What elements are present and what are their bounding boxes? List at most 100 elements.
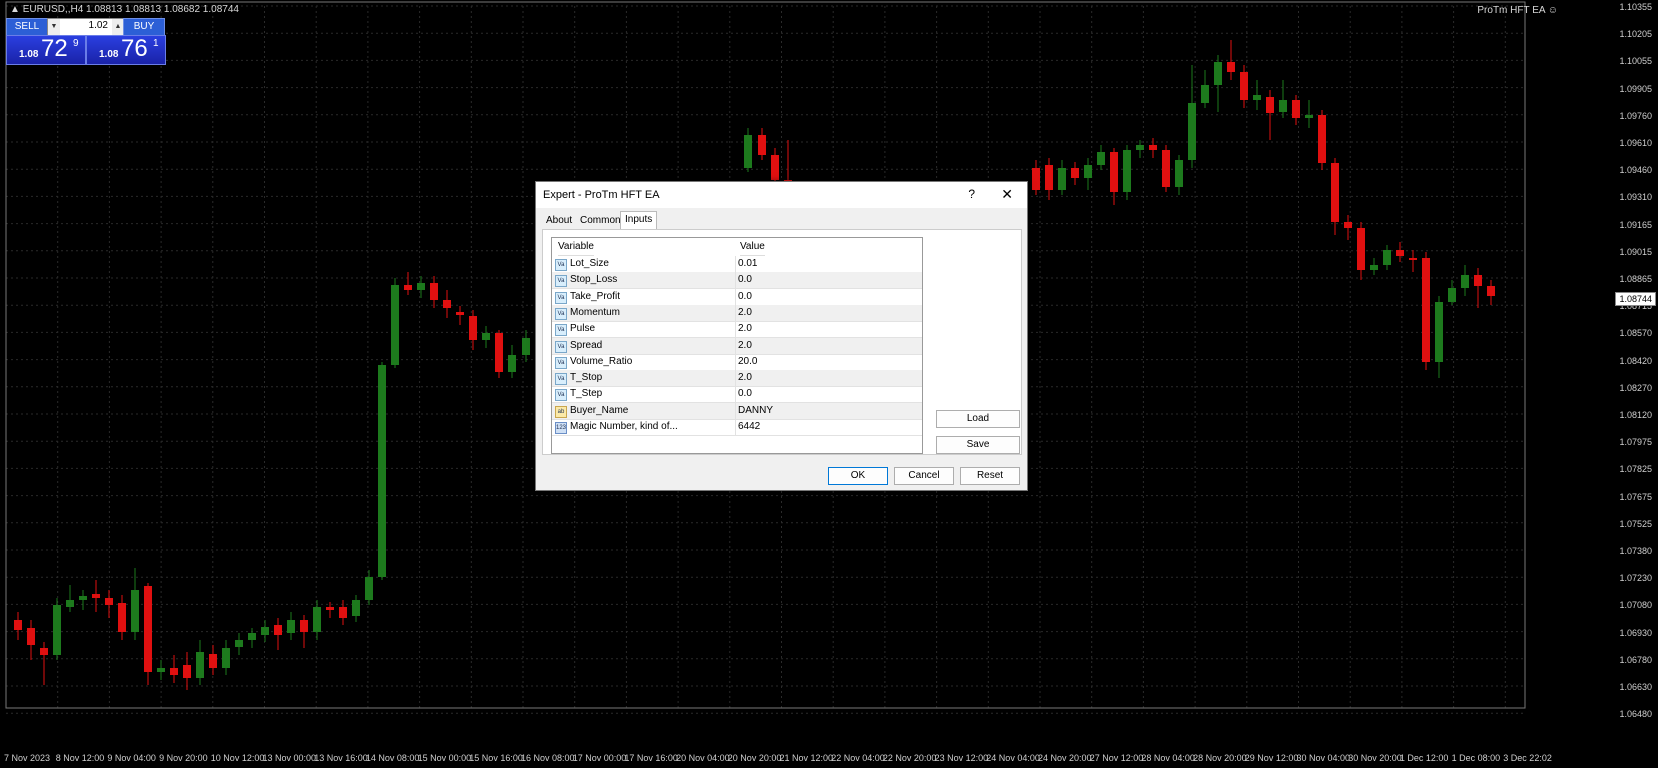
parameter-name: Spread [570, 339, 603, 351]
lot-size-value[interactable]: 1.02 [89, 20, 108, 31]
parameter-name: Pulse [570, 323, 596, 335]
bear-candle [1344, 222, 1352, 228]
price-tick-label: 1.06780 [1619, 654, 1652, 665]
buy-button[interactable]: BUY [123, 18, 165, 36]
price-tick-label: 1.09015 [1619, 246, 1652, 257]
parameter-row[interactable]: Va Lot_Size 0.01 [552, 256, 922, 273]
close-icon[interactable]: ✕ [1001, 186, 1013, 203]
parameter-row[interactable]: ab Buyer_Name DANNY [552, 402, 922, 420]
cancel-button[interactable]: Cancel [894, 467, 954, 485]
price-tick-label: 1.09310 [1619, 192, 1652, 203]
symbol-info: ▲ EURUSD,,H4 1.08813 1.08813 1.08682 1.0… [10, 4, 239, 15]
bear-candle [1474, 275, 1482, 286]
bear-candle [1032, 168, 1040, 190]
bull-candle [365, 577, 373, 600]
bull-candle [508, 355, 516, 372]
parameter-value[interactable]: 0.0 [738, 291, 752, 302]
parameter-name: Take_Profit [570, 290, 621, 302]
bear-candle [170, 668, 178, 675]
load-button[interactable]: Load [936, 410, 1020, 428]
bull-candle [261, 627, 269, 635]
bull-candle [79, 596, 87, 600]
parameter-row[interactable]: Va Spread 2.0 [552, 337, 922, 355]
double-type-icon: Va [555, 275, 567, 288]
column-divider [735, 337, 736, 354]
price-tick-label: 1.06480 [1619, 709, 1652, 720]
sell-price-pips: 72 [41, 35, 68, 62]
time-tick-label: 22 Nov 04:00 [831, 753, 885, 763]
price-tick-label: 1.07525 [1619, 518, 1652, 529]
parameter-row[interactable]: Va Pulse 2.0 [552, 321, 922, 339]
bull-candle [235, 640, 243, 647]
bull-candle [1201, 85, 1209, 103]
smiley-icon: ☺ [1547, 5, 1558, 16]
bear-candle [456, 312, 464, 315]
sell-price-fraction: 9 [73, 38, 79, 49]
parameter-value[interactable]: 0.0 [738, 388, 752, 399]
tab-inputs[interactable]: Inputs [620, 211, 658, 230]
buy-price-box[interactable]: 1.08 76 1 [86, 35, 166, 65]
parameter-value[interactable]: 0.01 [738, 258, 757, 269]
parameter-name: Lot_Size [570, 258, 609, 269]
bear-candle [40, 648, 48, 655]
time-tick-label: 15 Nov 16:00 [469, 753, 523, 763]
tab-about[interactable]: About [542, 213, 576, 229]
parameter-value[interactable]: DANNY [738, 405, 773, 416]
string-type-icon: ab [555, 405, 567, 418]
parameter-row[interactable]: Va T_Step 0.0 [552, 386, 922, 404]
help-icon[interactable]: ? [968, 187, 975, 201]
bear-candle [495, 333, 503, 372]
time-tick-label: 22 Nov 20:00 [882, 753, 937, 763]
collapse-triangle-icon[interactable]: ▲ [10, 4, 23, 15]
column-divider [735, 272, 736, 289]
bear-candle [105, 598, 113, 605]
column-divider [735, 386, 736, 403]
ok-button[interactable]: OK [828, 467, 888, 485]
sell-button[interactable]: SELL [6, 18, 48, 36]
lot-decrease-icon[interactable]: ▼ [48, 19, 60, 35]
sell-price-box[interactable]: 1.08 72 9 [6, 35, 86, 65]
double-type-icon: Va [555, 324, 567, 337]
parameter-value[interactable]: 2.0 [738, 340, 752, 351]
price-tick-label: 1.09460 [1619, 165, 1652, 176]
bear-candle [1357, 228, 1365, 270]
parameter-row[interactable]: 123 Magic Number, kind of... 6442 [552, 419, 922, 436]
price-tick-label: 1.09165 [1619, 219, 1652, 230]
dialog-title: Expert - ProTm HFT EA [543, 189, 660, 201]
time-tick-label: 1 Dec 08:00 [1451, 753, 1501, 763]
parameter-value[interactable]: 2.0 [738, 372, 752, 383]
parameter-row[interactable]: Va Stop_Loss 0.0 [552, 272, 922, 290]
parameter-value[interactable]: 2.0 [738, 307, 752, 318]
column-header-variable[interactable]: Variable [558, 238, 594, 256]
lot-size-stepper[interactable]: ▼ 1.02 ▲ [47, 18, 125, 36]
parameter-row[interactable]: Va Momentum 2.0 [552, 304, 922, 322]
save-button[interactable]: Save [936, 436, 1020, 454]
price-tick-label: 1.06930 [1619, 627, 1652, 638]
column-divider [735, 256, 736, 272]
dialog-titlebar[interactable]: Expert - ProTm HFT EA ? ✕ [536, 182, 1027, 208]
parameter-row[interactable]: Va Take_Profit 0.0 [552, 288, 922, 306]
bear-candle [339, 607, 347, 618]
time-tick-label: 15 Nov 00:00 [417, 753, 472, 763]
parameter-value[interactable]: 6442 [738, 421, 760, 432]
parameter-value[interactable]: 0.0 [738, 274, 752, 285]
ea-name: ProTm HFT EA [1477, 5, 1545, 16]
time-tick-label: 13 Nov 16:00 [314, 753, 368, 763]
tab-common[interactable]: Common [576, 213, 625, 229]
bear-candle [430, 283, 438, 300]
parameter-value[interactable]: 2.0 [738, 323, 752, 334]
parameter-name: Magic Number, kind of... [570, 421, 678, 432]
bull-candle [248, 633, 256, 640]
bear-candle [209, 654, 217, 668]
bull-candle [1279, 100, 1287, 112]
parameter-value[interactable]: 20.0 [738, 356, 757, 367]
reset-button[interactable]: Reset [960, 467, 1020, 485]
double-type-icon: Va [555, 389, 567, 402]
column-header-value[interactable]: Value [740, 238, 765, 256]
buy-price-pips: 76 [121, 35, 148, 62]
bull-candle [131, 590, 139, 632]
bear-candle [144, 586, 152, 672]
parameter-row[interactable]: Va T_Stop 2.0 [552, 370, 922, 388]
parameter-row[interactable]: Va Volume_Ratio 20.0 [552, 353, 922, 371]
time-tick-label: 23 Nov 12:00 [934, 753, 989, 763]
